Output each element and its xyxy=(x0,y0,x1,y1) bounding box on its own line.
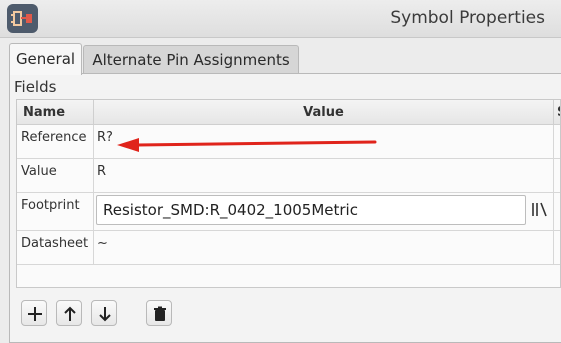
tab-general[interactable]: General xyxy=(9,43,82,75)
footprint-input[interactable]: Resistor_SMD:R_0402_1005Metric xyxy=(96,195,526,225)
field-name-cell[interactable]: Reference xyxy=(17,125,94,159)
field-value-cell[interactable]: ~ xyxy=(94,231,554,265)
window-title: Symbol Properties xyxy=(390,8,545,28)
column-header-show[interactable]: S xyxy=(554,100,560,125)
title-bar: Symbol Properties xyxy=(0,0,561,38)
field-show-cell[interactable] xyxy=(554,231,560,265)
field-name-cell[interactable]: Datasheet xyxy=(17,231,94,265)
add-icon xyxy=(28,307,42,321)
move-up-button[interactable] xyxy=(56,300,82,326)
arrow-up-icon xyxy=(64,306,76,321)
move-down-button[interactable] xyxy=(91,300,117,326)
field-name-cell[interactable]: Value xyxy=(17,159,94,193)
table-row-footprint[interactable]: Footprint Resistor_SMD:R_0402_1005Metric xyxy=(17,193,560,231)
trash-icon xyxy=(154,306,166,321)
fields-group-label: Fields xyxy=(14,78,57,96)
field-show-cell[interactable] xyxy=(554,193,560,231)
tab-alternate-pin-assignments[interactable]: Alternate Pin Assignments xyxy=(83,45,299,73)
field-value-cell[interactable]: R xyxy=(94,159,554,193)
field-show-cell[interactable] xyxy=(554,125,560,159)
column-header-value[interactable]: Value xyxy=(94,100,554,125)
arrow-down-icon xyxy=(99,307,111,322)
delete-field-button[interactable] xyxy=(146,300,172,326)
field-show-cell[interactable] xyxy=(554,159,560,193)
field-value-cell[interactable]: R? xyxy=(94,125,554,159)
table-row-datasheet[interactable]: Datasheet ~ xyxy=(17,231,560,265)
symbol-editor-app-icon xyxy=(7,4,38,33)
library-browser-icon[interactable] xyxy=(530,197,548,223)
column-header-name[interactable]: Name xyxy=(17,100,94,125)
field-value-cell: Resistor_SMD:R_0402_1005Metric xyxy=(94,193,554,231)
add-field-button[interactable] xyxy=(21,300,47,326)
fields-toolbar xyxy=(21,300,221,328)
grid-header: Name Value S xyxy=(17,100,560,125)
field-name-cell[interactable]: Footprint xyxy=(17,193,94,231)
fields-grid[interactable]: Name Value S Reference R? Value R Footpr… xyxy=(16,99,561,288)
table-row-value[interactable]: Value R xyxy=(17,159,560,193)
table-row-reference[interactable]: Reference R? xyxy=(17,125,560,159)
